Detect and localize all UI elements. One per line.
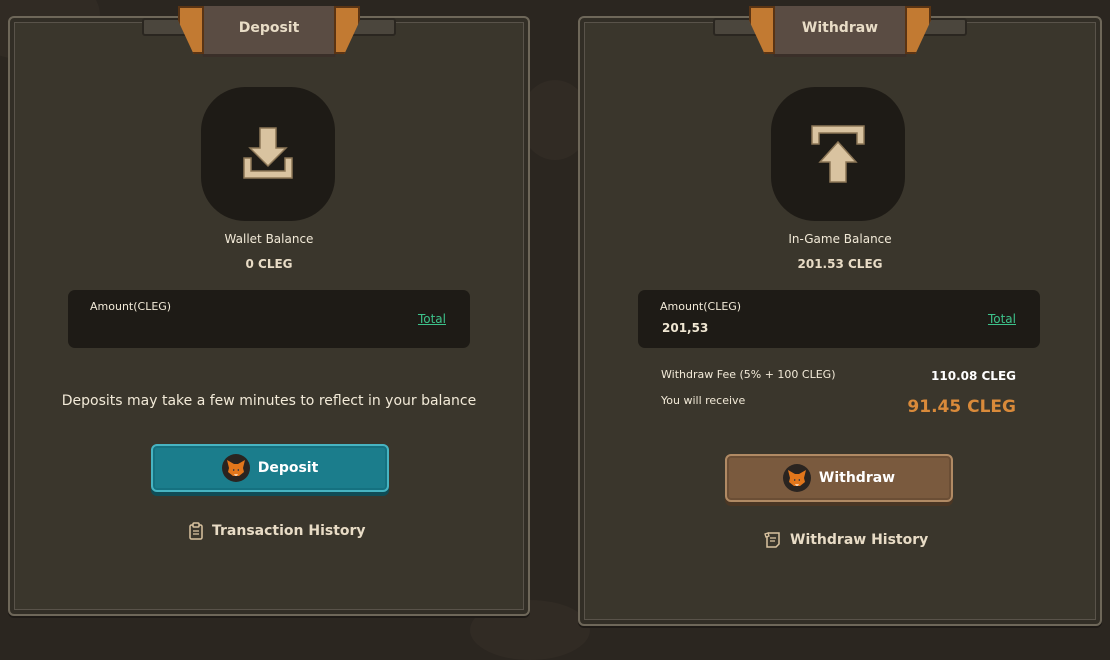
total-link[interactable]: Total: [418, 312, 446, 326]
amount-label: Amount(CLEG): [660, 300, 742, 313]
upload-icon: [771, 87, 905, 221]
deposit-note: Deposits may take a few minutes to refle…: [61, 393, 477, 409]
withdraw-history-label: Withdraw History: [790, 532, 929, 548]
clipboard-icon: [189, 522, 203, 540]
withdraw-fee-value: 110.08 CLEG: [931, 369, 1016, 383]
withdraw-amount-field[interactable]: Amount(CLEG) 201,53 Total: [638, 290, 1040, 348]
download-icon: [201, 87, 335, 221]
deposit-panel: Deposit Wallet Balance 0 CLEG Amount(CLE…: [8, 6, 530, 616]
deposit-button[interactable]: Deposit: [151, 444, 389, 492]
wallet-balance-label: Wallet Balance: [224, 232, 314, 246]
ingame-balance-value: 201.53 CLEG: [797, 257, 883, 271]
receive-label: You will receive: [661, 394, 746, 407]
amount-label: Amount(CLEG): [90, 300, 172, 313]
transaction-history-link[interactable]: Transaction History: [188, 522, 366, 540]
withdraw-tab-header: Withdraw: [713, 6, 967, 58]
withdraw-title: Withdraw: [801, 20, 879, 36]
amount-value[interactable]: 201,53: [662, 321, 708, 335]
withdraw-panel: Withdraw In-Game Balance 201.53 CLEG Amo…: [578, 6, 1102, 626]
ingame-balance-label: In-Game Balance: [788, 232, 892, 246]
deposit-button-label: Deposit: [257, 460, 319, 476]
withdraw-button[interactable]: Withdraw: [725, 454, 953, 502]
withdraw-fee-label: Withdraw Fee (5% + 100 CLEG): [661, 368, 836, 381]
deposit-tab-header: Deposit: [142, 6, 396, 58]
scroll-icon: [764, 532, 780, 548]
metamask-fox-icon: [782, 464, 811, 492]
withdraw-history-link[interactable]: Withdraw History: [764, 531, 928, 549]
deposit-amount-field[interactable]: Amount(CLEG) Total: [68, 290, 470, 348]
total-link[interactable]: Total: [988, 312, 1016, 326]
metamask-fox-icon: [221, 454, 250, 482]
receive-value: 91.45 CLEG: [907, 397, 1016, 417]
withdraw-button-label: Withdraw: [818, 470, 896, 486]
wallet-balance-value: 0 CLEG: [245, 257, 293, 271]
transaction-history-label: Transaction History: [212, 523, 366, 539]
deposit-title: Deposit: [238, 20, 300, 36]
